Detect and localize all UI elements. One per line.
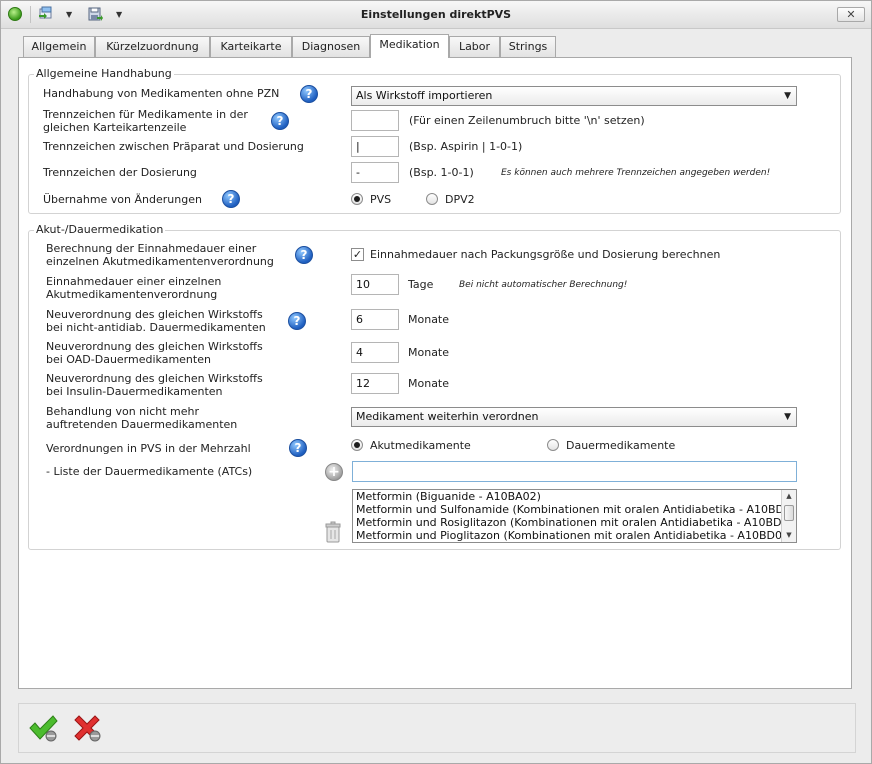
help-icon[interactable]: ?: [300, 85, 318, 103]
sep-prep-input[interactable]: |: [351, 136, 399, 157]
cancel-x-icon[interactable]: [71, 712, 103, 744]
pzn-handling-value: Als Wirkstoff importieren: [356, 89, 493, 102]
tab-kuerzelzuordnung[interactable]: Kürzelzuordnung: [95, 36, 210, 57]
settings-window: ▼ ▼ Einstellungen direktPVS ✕ Allgemein …: [0, 0, 872, 764]
sep-line-input[interactable]: [351, 110, 399, 131]
missing-meds-label-2: auftretenden Dauermedikamenten: [46, 418, 238, 431]
help-icon[interactable]: ?: [289, 439, 307, 457]
group-title-acute: Akut-/Dauermedikation: [34, 223, 166, 236]
help-icon[interactable]: ?: [288, 312, 306, 330]
radio-dauermedikamente-label: Dauermedikamente: [566, 439, 676, 452]
window-title: Einstellungen direktPVS: [360, 8, 512, 21]
sep-dose-hint: (Bsp. 1-0-1): [409, 166, 474, 179]
acute-duration-label-2: Akutmedikamentenverordnung: [46, 288, 218, 301]
acute-duration-unit: Tage: [408, 278, 434, 291]
title-bar: ▼ ▼ Einstellungen direktPVS ✕: [1, 1, 871, 29]
list-item[interactable]: Metformin (Biguanide - A10BA02): [353, 490, 796, 503]
sep-dose-label: Trennzeichen der Dosierung: [43, 166, 197, 179]
radio-pvs[interactable]: [351, 193, 363, 205]
sep-line-label: Trennzeichen für Medikamente in der: [43, 108, 248, 121]
missing-meds-label: Behandlung von nicht mehr: [46, 405, 200, 418]
close-button[interactable]: ✕: [837, 7, 865, 22]
atc-input[interactable]: [352, 461, 797, 482]
tab-allgemein[interactable]: Allgemein: [23, 36, 95, 57]
calc-duration-label: Berechnung der Einnahmedauer einer: [46, 242, 257, 255]
add-icon[interactable]: +: [325, 463, 343, 481]
dialog-footer: [18, 703, 856, 753]
chevron-down-icon: ▼: [784, 412, 791, 422]
tab-strings[interactable]: Strings: [500, 36, 556, 57]
list-item[interactable]: Metformin und Rosiglitazon (Kombinatione…: [353, 516, 796, 529]
tab-medikation[interactable]: Medikation: [370, 34, 449, 58]
plural-label: Verordnungen in PVS in der Mehrzahl: [46, 442, 251, 455]
sep-prep-label: Trennzeichen zwischen Präparat und Dosie…: [43, 140, 304, 153]
scroll-down-icon[interactable]: ▼: [782, 529, 796, 542]
radio-akutmedikamente-label: Akutmedikamente: [370, 439, 471, 452]
sep-line-label-2: gleichen Karteikartenzeile: [43, 121, 187, 134]
help-icon[interactable]: ?: [295, 246, 313, 264]
oad-input[interactable]: 4: [351, 342, 399, 363]
nonantidiab-unit: Monate: [408, 313, 450, 326]
list-scrollbar[interactable]: ▲ ▼: [781, 490, 796, 542]
atc-list-label: - Liste der Dauermedikamente (ATCs): [46, 465, 253, 478]
changes-label: Übernahme von Änderungen: [43, 193, 202, 206]
list-item[interactable]: Metformin und Sulfonamide (Kombinationen…: [353, 503, 796, 516]
sep-prep-hint: (Bsp. Aspirin | 1-0-1): [409, 140, 523, 153]
insulin-unit: Monate: [408, 377, 450, 390]
radio-dpv2-label: DPV2: [445, 193, 475, 206]
insulin-input[interactable]: 12: [351, 373, 399, 394]
atc-listbox[interactable]: Metformin (Biguanide - A10BA02) Metformi…: [352, 489, 797, 543]
checkmark-icon[interactable]: [27, 712, 59, 744]
group-title-general: Allgemeine Handhabung: [34, 67, 174, 80]
acute-duration-label: Einnahmedauer einer einzelnen: [46, 275, 222, 288]
calc-duration-checkbox-label: Einnahmedauer nach Packungsgröße und Dos…: [370, 248, 721, 261]
radio-dpv2[interactable]: [426, 193, 438, 205]
help-icon[interactable]: ?: [222, 190, 240, 208]
insulin-label: Neuverordnung des gleichen Wirkstoffs: [46, 372, 263, 385]
insulin-label-2: bei Insulin-Dauermedikamenten: [46, 385, 223, 398]
help-icon[interactable]: ?: [271, 112, 289, 130]
sep-dose-input[interactable]: -: [351, 162, 399, 183]
radio-akutmedikamente[interactable]: [351, 439, 363, 451]
tab-labor[interactable]: Labor: [449, 36, 500, 57]
calc-duration-checkbox[interactable]: ✓: [351, 248, 364, 261]
radio-dauermedikamente[interactable]: [547, 439, 559, 451]
tab-diagnosen[interactable]: Diagnosen: [292, 36, 370, 57]
radio-pvs-label: PVS: [370, 193, 392, 206]
scroll-up-icon[interactable]: ▲: [782, 490, 796, 503]
list-item[interactable]: Metformin und Pioglitazon (Kombinationen…: [353, 529, 796, 542]
acute-duration-input[interactable]: 10: [351, 274, 399, 295]
pzn-handling-dropdown[interactable]: Als Wirkstoff importieren ▼: [351, 86, 797, 106]
tab-panel-medikation: Allgemeine Handhabung Handhabung von Med…: [18, 57, 852, 689]
oad-label: Neuverordnung des gleichen Wirkstoffs: [46, 340, 263, 353]
missing-meds-value: Medikament weiterhin verordnen: [356, 410, 539, 423]
scroll-thumb[interactable]: [784, 505, 794, 521]
sep-dose-note: Es können auch mehrere Trennzeichen ange…: [501, 168, 771, 178]
sep-line-hint: (Für einen Zeilenumbruch bitte '\n' setz…: [409, 114, 645, 127]
missing-meds-dropdown[interactable]: Medikament weiterhin verordnen ▼: [351, 407, 797, 427]
oad-label-2: bei OAD-Dauermedikamenten: [46, 353, 211, 366]
oad-unit: Monate: [408, 346, 450, 359]
pzn-label: Handhabung von Medikamenten ohne PZN: [43, 87, 280, 100]
nonantidiab-label-2: bei nicht-antidiab. Dauermedikamenten: [46, 321, 266, 334]
calc-duration-label-2: einzelnen Akutmedikamentenverordnung: [46, 255, 274, 268]
trash-icon[interactable]: [323, 520, 343, 544]
tab-karteikarte[interactable]: Karteikarte: [210, 36, 292, 57]
acute-duration-note: Bei nicht automatischer Berechnung!: [459, 280, 628, 290]
nonantidiab-input[interactable]: 6: [351, 309, 399, 330]
nonantidiab-label: Neuverordnung des gleichen Wirkstoffs: [46, 308, 263, 321]
chevron-down-icon: ▼: [784, 91, 791, 101]
